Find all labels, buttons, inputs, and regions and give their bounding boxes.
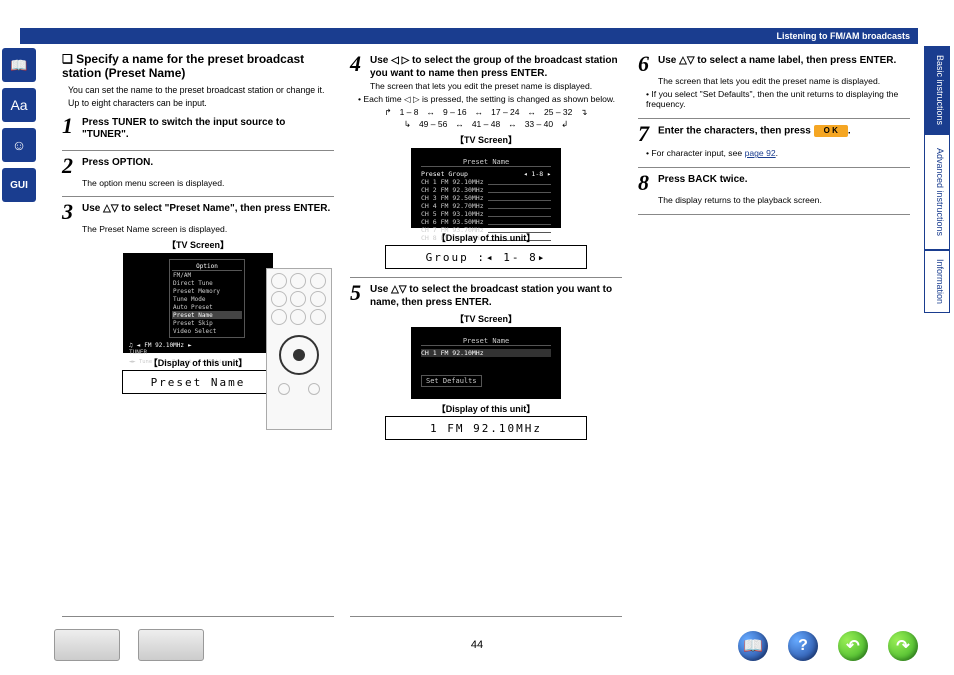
step-4: 4 Use ◁ ▷ to select the group of the bro… [350, 53, 622, 80]
step-2-text: Press OPTION. [82, 155, 153, 170]
step-1-text: Press TUNER to switch the input source t… [82, 115, 334, 142]
column-3: 6 Use △▽ to select a name label, then pr… [630, 50, 918, 617]
display-step3: Preset Name [122, 370, 274, 394]
nav-help-icon[interactable]: ? [788, 631, 818, 661]
step-3-subtext: The Preset Name screen is displayed. [62, 224, 334, 235]
step-6-subtext: The screen that lets you edit the preset… [638, 76, 910, 87]
tv-screen-label-2: 【TV Screen】 [350, 133, 622, 146]
step-5-text: Use △▽ to select the broadcast station y… [370, 282, 622, 309]
tv-screen-label-3: 【TV Screen】 [350, 312, 622, 325]
tv-screen-step3: Option FM/AM Direct Tune Preset Memory T… [123, 253, 273, 353]
step-6-text: Use △▽ to select a name label, then pres… [658, 53, 896, 68]
step-4-bullet: • Each time ◁ ▷ is pressed, the setting … [358, 94, 622, 105]
tv-screen-label-1: 【TV Screen】 [62, 238, 334, 251]
step-6-bullet: • If you select "Set Defaults", then the… [646, 89, 910, 110]
link-page-92[interactable]: page 92 [745, 148, 776, 158]
display-label-3: 【Display of this unit】 [350, 402, 622, 415]
step-number-3: 3 [62, 201, 82, 223]
aa-icon[interactable]: Aa [2, 88, 36, 122]
tab-information[interactable]: Information [924, 250, 950, 313]
left-icon-rail: 📖 Aa ☺ GUI [2, 48, 40, 202]
step-4-subtext: The screen that lets you edit the preset… [350, 81, 622, 92]
step-7: 7 Enter the characters, then press O K. [638, 123, 910, 145]
step-5: 5 Use △▽ to select the broadcast station… [350, 282, 622, 309]
display-label-2: 【Display of this unit】 [350, 231, 622, 244]
step-2-subtext: The option menu screen is displayed. [62, 178, 334, 189]
step-number-4: 4 [350, 53, 370, 75]
group-cycle-row2: ↳ 49 – 56↔ 41 – 48↔ 33 – 40 ↲ [376, 119, 596, 130]
group-cycle-row1: ↱ 1 – 8↔ 9 – 16↔ 17 – 24↔ 25 – 32 ↴ [376, 107, 596, 118]
tv-screen-step4: Preset Name Preset Group◂ 1-8 ▸ CH 1 FM … [411, 148, 561, 228]
ok-button-graphic: O K [814, 125, 848, 137]
step-6: 6 Use △▽ to select a name label, then pr… [638, 53, 910, 75]
step-number-7: 7 [638, 123, 658, 145]
step-8-text: Press BACK twice. [658, 172, 747, 187]
page-footer: 44 📖 ? ↶ ↷ [0, 625, 954, 665]
step-3-text: Use △▽ to select "Preset Name", then pre… [82, 201, 330, 216]
step-4-text: Use ◁ ▷ to select the group of the broad… [370, 53, 622, 80]
display-step4: Group :◂ 1- 8▸ [385, 245, 587, 269]
step-2: 2 Press OPTION. [62, 155, 334, 177]
book-icon[interactable]: 📖 [2, 48, 36, 82]
column-2: 4 Use ◁ ▷ to select the group of the bro… [342, 50, 630, 617]
right-section-tabs: Basic instructions Advanced instructions… [924, 46, 950, 313]
step-7-bullet: • For character input, see page 92. [646, 148, 910, 159]
step-7-text: Enter the characters, then press O K. [658, 123, 851, 138]
tv-screen-step5: Preset Name CH 1 FM 92.10MHz Set Default… [411, 327, 561, 399]
nav-buttons: 📖 ? ↶ ↷ [738, 631, 918, 661]
step-number-6: 6 [638, 53, 658, 75]
mask-icon[interactable]: ☺ [2, 128, 36, 162]
step-3: 3 Use △▽ to select "Preset Name", then p… [62, 201, 334, 223]
tab-advanced-instructions[interactable]: Advanced instructions [924, 134, 950, 250]
step-number-5: 5 [350, 282, 370, 304]
display-step5: 1 FM 92.10MHz [385, 416, 587, 440]
nav-next-icon[interactable]: ↷ [888, 631, 918, 661]
step-8: 8 Press BACK twice. [638, 172, 910, 194]
page-header-banner: Listening to FM/AM broadcasts [20, 28, 918, 44]
column-1: ❏ Specify a name for the preset broadcas… [54, 50, 342, 617]
step-1: 1 Press TUNER to switch the input source… [62, 115, 334, 142]
intro-line-2: Up to eight characters can be input. [62, 98, 334, 109]
step-number-8: 8 [638, 172, 658, 194]
option-menu: Option FM/AM Direct Tune Preset Memory T… [169, 259, 245, 338]
step-number-1: 1 [62, 115, 82, 137]
step-8-subtext: The display returns to the playback scre… [638, 195, 910, 206]
remote-diagram [266, 268, 332, 430]
content-columns: ❏ Specify a name for the preset broadcas… [54, 50, 918, 617]
nav-contents-icon[interactable]: 📖 [738, 631, 768, 661]
gui-icon[interactable]: GUI [2, 168, 36, 202]
intro-line-1: You can set the name to the preset broad… [62, 85, 334, 96]
tab-basic-instructions[interactable]: Basic instructions [924, 46, 950, 134]
nav-prev-icon[interactable]: ↶ [838, 631, 868, 661]
step-number-2: 2 [62, 155, 82, 177]
section-title: ❏ Specify a name for the preset broadcas… [62, 52, 334, 81]
